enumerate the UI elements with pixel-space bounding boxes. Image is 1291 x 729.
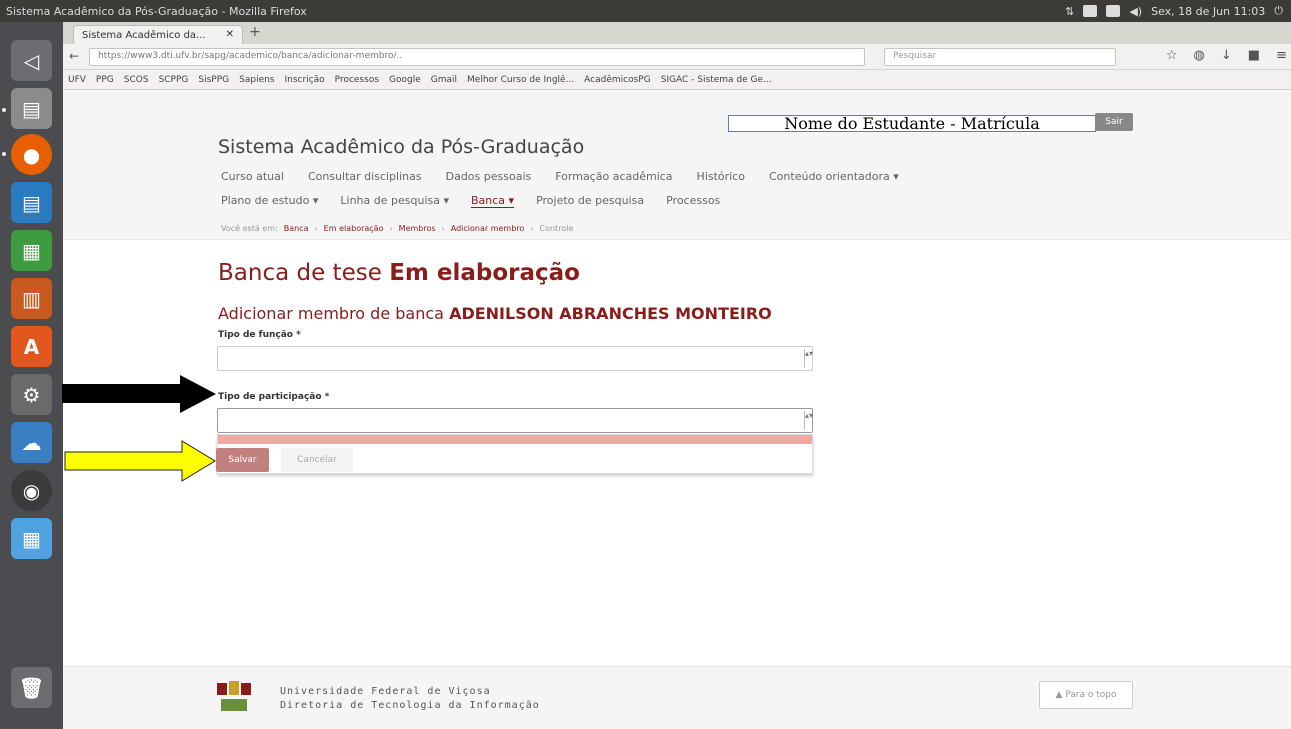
yellow-arrow-annotation	[64, 440, 216, 482]
black-arrow-annotation	[62, 375, 216, 413]
annotation-overlay	[62, 375, 216, 482]
